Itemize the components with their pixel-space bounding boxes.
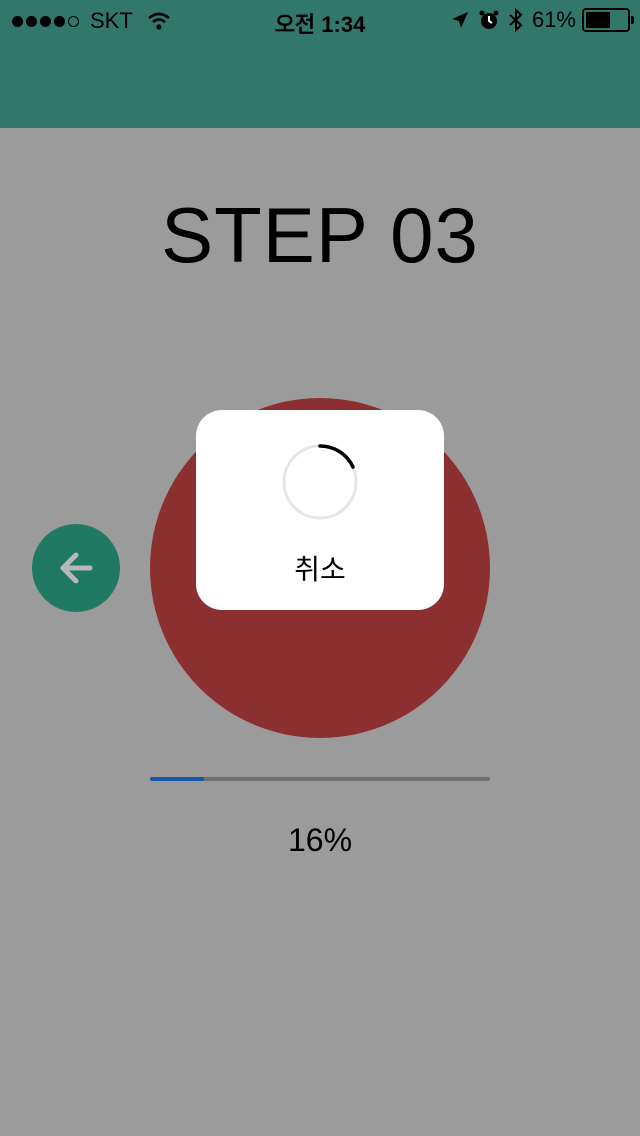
arrow-left-icon: [60, 552, 93, 584]
progress-bar: [150, 777, 490, 781]
progress-percent: 16%: [287, 822, 353, 858]
battery-icon: [582, 8, 634, 32]
loading-dialog: 취소: [196, 410, 444, 610]
loading-spinner-icon: [282, 444, 358, 520]
cancel-button[interactable]: 취소: [196, 548, 444, 588]
progress-bar-fill: [150, 777, 205, 781]
location-arrow-icon: [451, 12, 468, 28]
bluetooth-icon: [509, 8, 523, 32]
battery-percent: 61%: [531, 7, 576, 32]
status-bar-right: 61%: [442, 7, 634, 33]
back-button[interactable]: [32, 524, 120, 612]
status-bar: SKT 오전 1:34 61%: [0, 0, 640, 40]
step-title: STEP 03: [161, 191, 479, 279]
alarm-icon: [479, 10, 499, 29]
